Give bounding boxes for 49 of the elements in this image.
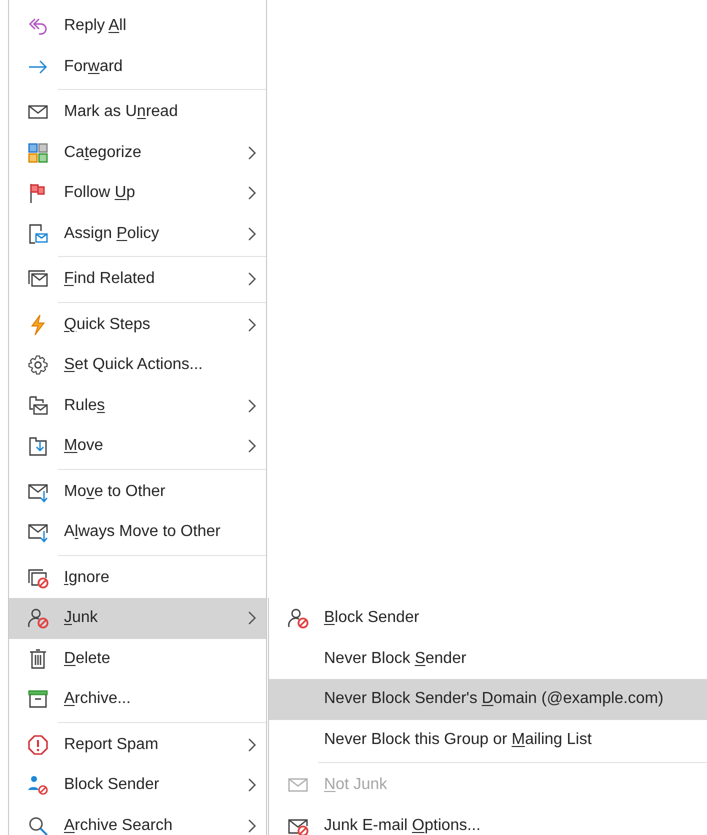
- menu-item[interactable]: Assign Policy: [9, 214, 266, 254]
- menu-item[interactable]: Categorize: [9, 132, 266, 173]
- menu-item[interactable]: Archive Search: [9, 806, 266, 835]
- menu-item[interactable]: Follow Up: [9, 173, 266, 214]
- menu-item[interactable]: Never Block Sender: [269, 638, 707, 679]
- chevron-icon: [248, 738, 256, 752]
- chevron-icon: [248, 818, 256, 832]
- menu-item[interactable]: Ignore: [9, 558, 266, 598]
- color-squares-icon: [27, 142, 49, 164]
- trash-icon: [27, 648, 49, 670]
- menu-item[interactable]: Never Block this Group or Mailing List: [269, 720, 707, 760]
- chevron-icon: [248, 778, 256, 792]
- menu-item[interactable]: Archive...: [9, 679, 266, 720]
- menu-item[interactable]: Reply All: [9, 6, 266, 46]
- search-icon: [27, 814, 49, 835]
- policy-envelope-icon: [27, 222, 49, 245]
- chevron-icon: [248, 398, 256, 412]
- chevron-icon: [248, 318, 256, 332]
- menu-item[interactable]: Mark as Unread: [9, 92, 266, 132]
- menu-item[interactable]: Block Sender: [269, 598, 707, 638]
- blocked-person-icon: [27, 607, 49, 630]
- rules-icon: [27, 394, 49, 417]
- settings-icon: [27, 354, 49, 376]
- chevron-icon: [248, 611, 256, 625]
- blocked-person-icon: [287, 607, 309, 630]
- menu-item[interactable]: Quick Steps: [9, 304, 266, 345]
- menu-item[interactable]: Move to Other: [9, 472, 266, 512]
- chevron-icon: [248, 146, 256, 160]
- menu-item[interactable]: Junk: [9, 598, 266, 638]
- chevron-icon: [248, 226, 256, 240]
- menu-item[interactable]: Report Spam: [9, 724, 266, 765]
- chevron-icon: [248, 439, 256, 453]
- menu-item[interactable]: Rules: [9, 386, 266, 426]
- menu-item[interactable]: Forward: [9, 46, 266, 87]
- chevron-icon: [248, 272, 256, 286]
- menu-item[interactable]: Delete: [9, 638, 266, 679]
- menu-item[interactable]: Find Related: [9, 259, 266, 300]
- menu-item[interactable]: Never Block Sender's Domain (@example.com): [269, 679, 707, 720]
- block-sender-icon: [27, 774, 49, 796]
- menu-item[interactable]: Junk E-mail Options...: [269, 806, 707, 835]
- folder-arrow-icon: [27, 435, 49, 458]
- menu-item[interactable]: Move: [9, 426, 266, 466]
- warning-icon: [27, 734, 49, 756]
- chevron-icon: [248, 186, 256, 200]
- ignore-icon: [27, 566, 49, 589]
- archive-box-icon: [27, 688, 49, 710]
- menu-item[interactable]: Block Sender: [9, 765, 266, 806]
- menu-item[interactable]: Set Quick Actions...: [9, 345, 266, 386]
- menu-item[interactable]: Always Move to Other: [9, 512, 266, 552]
